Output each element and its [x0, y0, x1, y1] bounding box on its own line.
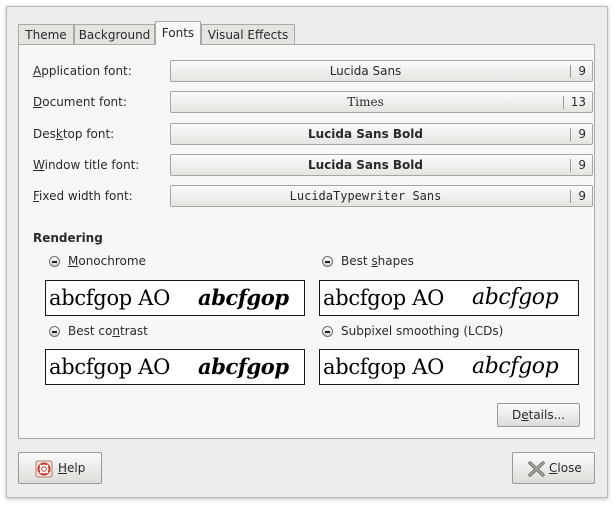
window-title-font-name: Lucida Sans Bold — [308, 158, 423, 172]
radio-indicator-icon — [322, 256, 333, 267]
fixed-width-font-label: Fixed width font: — [33, 189, 133, 203]
font-size-separator — [570, 65, 571, 78]
fixed-width-font-name: LucidaTypewriter Sans — [289, 189, 442, 203]
radio-indicator-icon — [49, 256, 60, 267]
subpixel-smoothing-label: Subpixel smoothing (LCDs) — [341, 324, 504, 338]
help-button-label: Help — [58, 461, 86, 475]
preview-sample-regular: abcfgop AO — [49, 286, 171, 310]
tab-fonts-label: Fonts — [161, 26, 195, 40]
window-title-font-label: Window title font: — [33, 158, 140, 172]
preview-sample-italic: abcfgop — [198, 354, 289, 379]
preview-sample-italic: abcfgop — [198, 285, 289, 310]
application-font-row: Application font: Lucida Sans 9 — [33, 60, 593, 84]
document-font-row: Document font: Times 13 — [33, 91, 593, 115]
desktop-font-label: Desktop font: — [33, 127, 115, 141]
tab-visual-effects-label: Visual Effects — [207, 28, 289, 42]
application-font-label: Application font: — [33, 64, 132, 78]
fonts-panel: Application font: Lucida Sans 9 Document… — [18, 44, 595, 439]
best-shapes-preview[interactable]: abcfgop AO abcfgop — [319, 280, 579, 316]
document-font-button[interactable]: Times 13 — [170, 91, 593, 113]
application-font-size: 9 — [578, 64, 586, 78]
fixed-width-font-button[interactable]: LucidaTypewriter Sans 9 — [170, 185, 593, 207]
desktop-font-row: Desktop font: Lucida Sans Bold 9 — [33, 123, 593, 147]
tab-theme-label: Theme — [25, 28, 67, 42]
tab-background-label: Background — [78, 28, 151, 42]
application-font-button[interactable]: Lucida Sans 9 — [170, 60, 593, 82]
radio-indicator-icon — [49, 326, 60, 337]
fixed-width-font-row: Fixed width font: LucidaTypewriter Sans … — [33, 185, 593, 209]
rendering-heading: Rendering — [33, 231, 103, 245]
close-x-icon — [528, 461, 545, 477]
best-contrast-preview[interactable]: abcfgop AO abcfgop — [45, 349, 305, 385]
subpixel-smoothing-preview[interactable]: abcfgop AO abcfgop — [319, 349, 579, 385]
close-button[interactable]: Close — [512, 452, 595, 484]
font-size-separator — [570, 190, 571, 203]
application-font-name: Lucida Sans — [329, 64, 402, 78]
document-font-label: Document font: — [33, 95, 127, 109]
document-font-size: 13 — [570, 95, 586, 109]
window-title-font-button[interactable]: Lucida Sans Bold 9 — [170, 154, 593, 176]
desktop-font-size: 9 — [578, 127, 586, 141]
preview-sample-regular: abcfgop AO — [323, 355, 445, 379]
details-button[interactable]: Details... — [497, 403, 580, 427]
preview-sample-regular: abcfgop AO — [323, 286, 445, 310]
tab-theme[interactable]: Theme — [18, 24, 74, 44]
help-button[interactable]: Help — [18, 452, 102, 484]
details-button-label: Details... — [511, 408, 566, 422]
desktop-font-name: Lucida Sans Bold — [308, 127, 423, 141]
appearance-preferences-window: Theme Background Fonts Visual Effects Ap… — [6, 6, 608, 498]
tab-background[interactable]: Background — [74, 24, 155, 44]
radio-indicator-icon — [322, 326, 333, 337]
preview-sample-italic: abcfgop — [472, 285, 559, 310]
help-lifebuoy-icon — [35, 460, 53, 478]
best-shapes-label: Best shapes — [341, 254, 414, 268]
tab-visual-effects[interactable]: Visual Effects — [201, 24, 295, 44]
monochrome-preview[interactable]: abcfgop AO abcfgop — [45, 280, 305, 316]
close-button-label: Close — [549, 461, 582, 475]
tab-fonts[interactable]: Fonts — [155, 21, 201, 45]
font-size-separator — [570, 128, 571, 141]
font-size-separator — [563, 96, 564, 109]
fixed-width-font-size: 9 — [578, 189, 586, 203]
preview-sample-regular: abcfgop AO — [49, 355, 171, 379]
monochrome-label: Monochrome — [68, 254, 146, 268]
preview-sample-italic: abcfgop — [472, 354, 559, 379]
window-title-font-row: Window title font: Lucida Sans Bold 9 — [33, 154, 593, 178]
document-font-name: Times — [347, 95, 384, 109]
best-contrast-label: Best contrast — [68, 324, 148, 338]
font-size-separator — [570, 159, 571, 172]
desktop-font-button[interactable]: Lucida Sans Bold 9 — [170, 123, 593, 145]
window-title-font-size: 9 — [578, 158, 586, 172]
